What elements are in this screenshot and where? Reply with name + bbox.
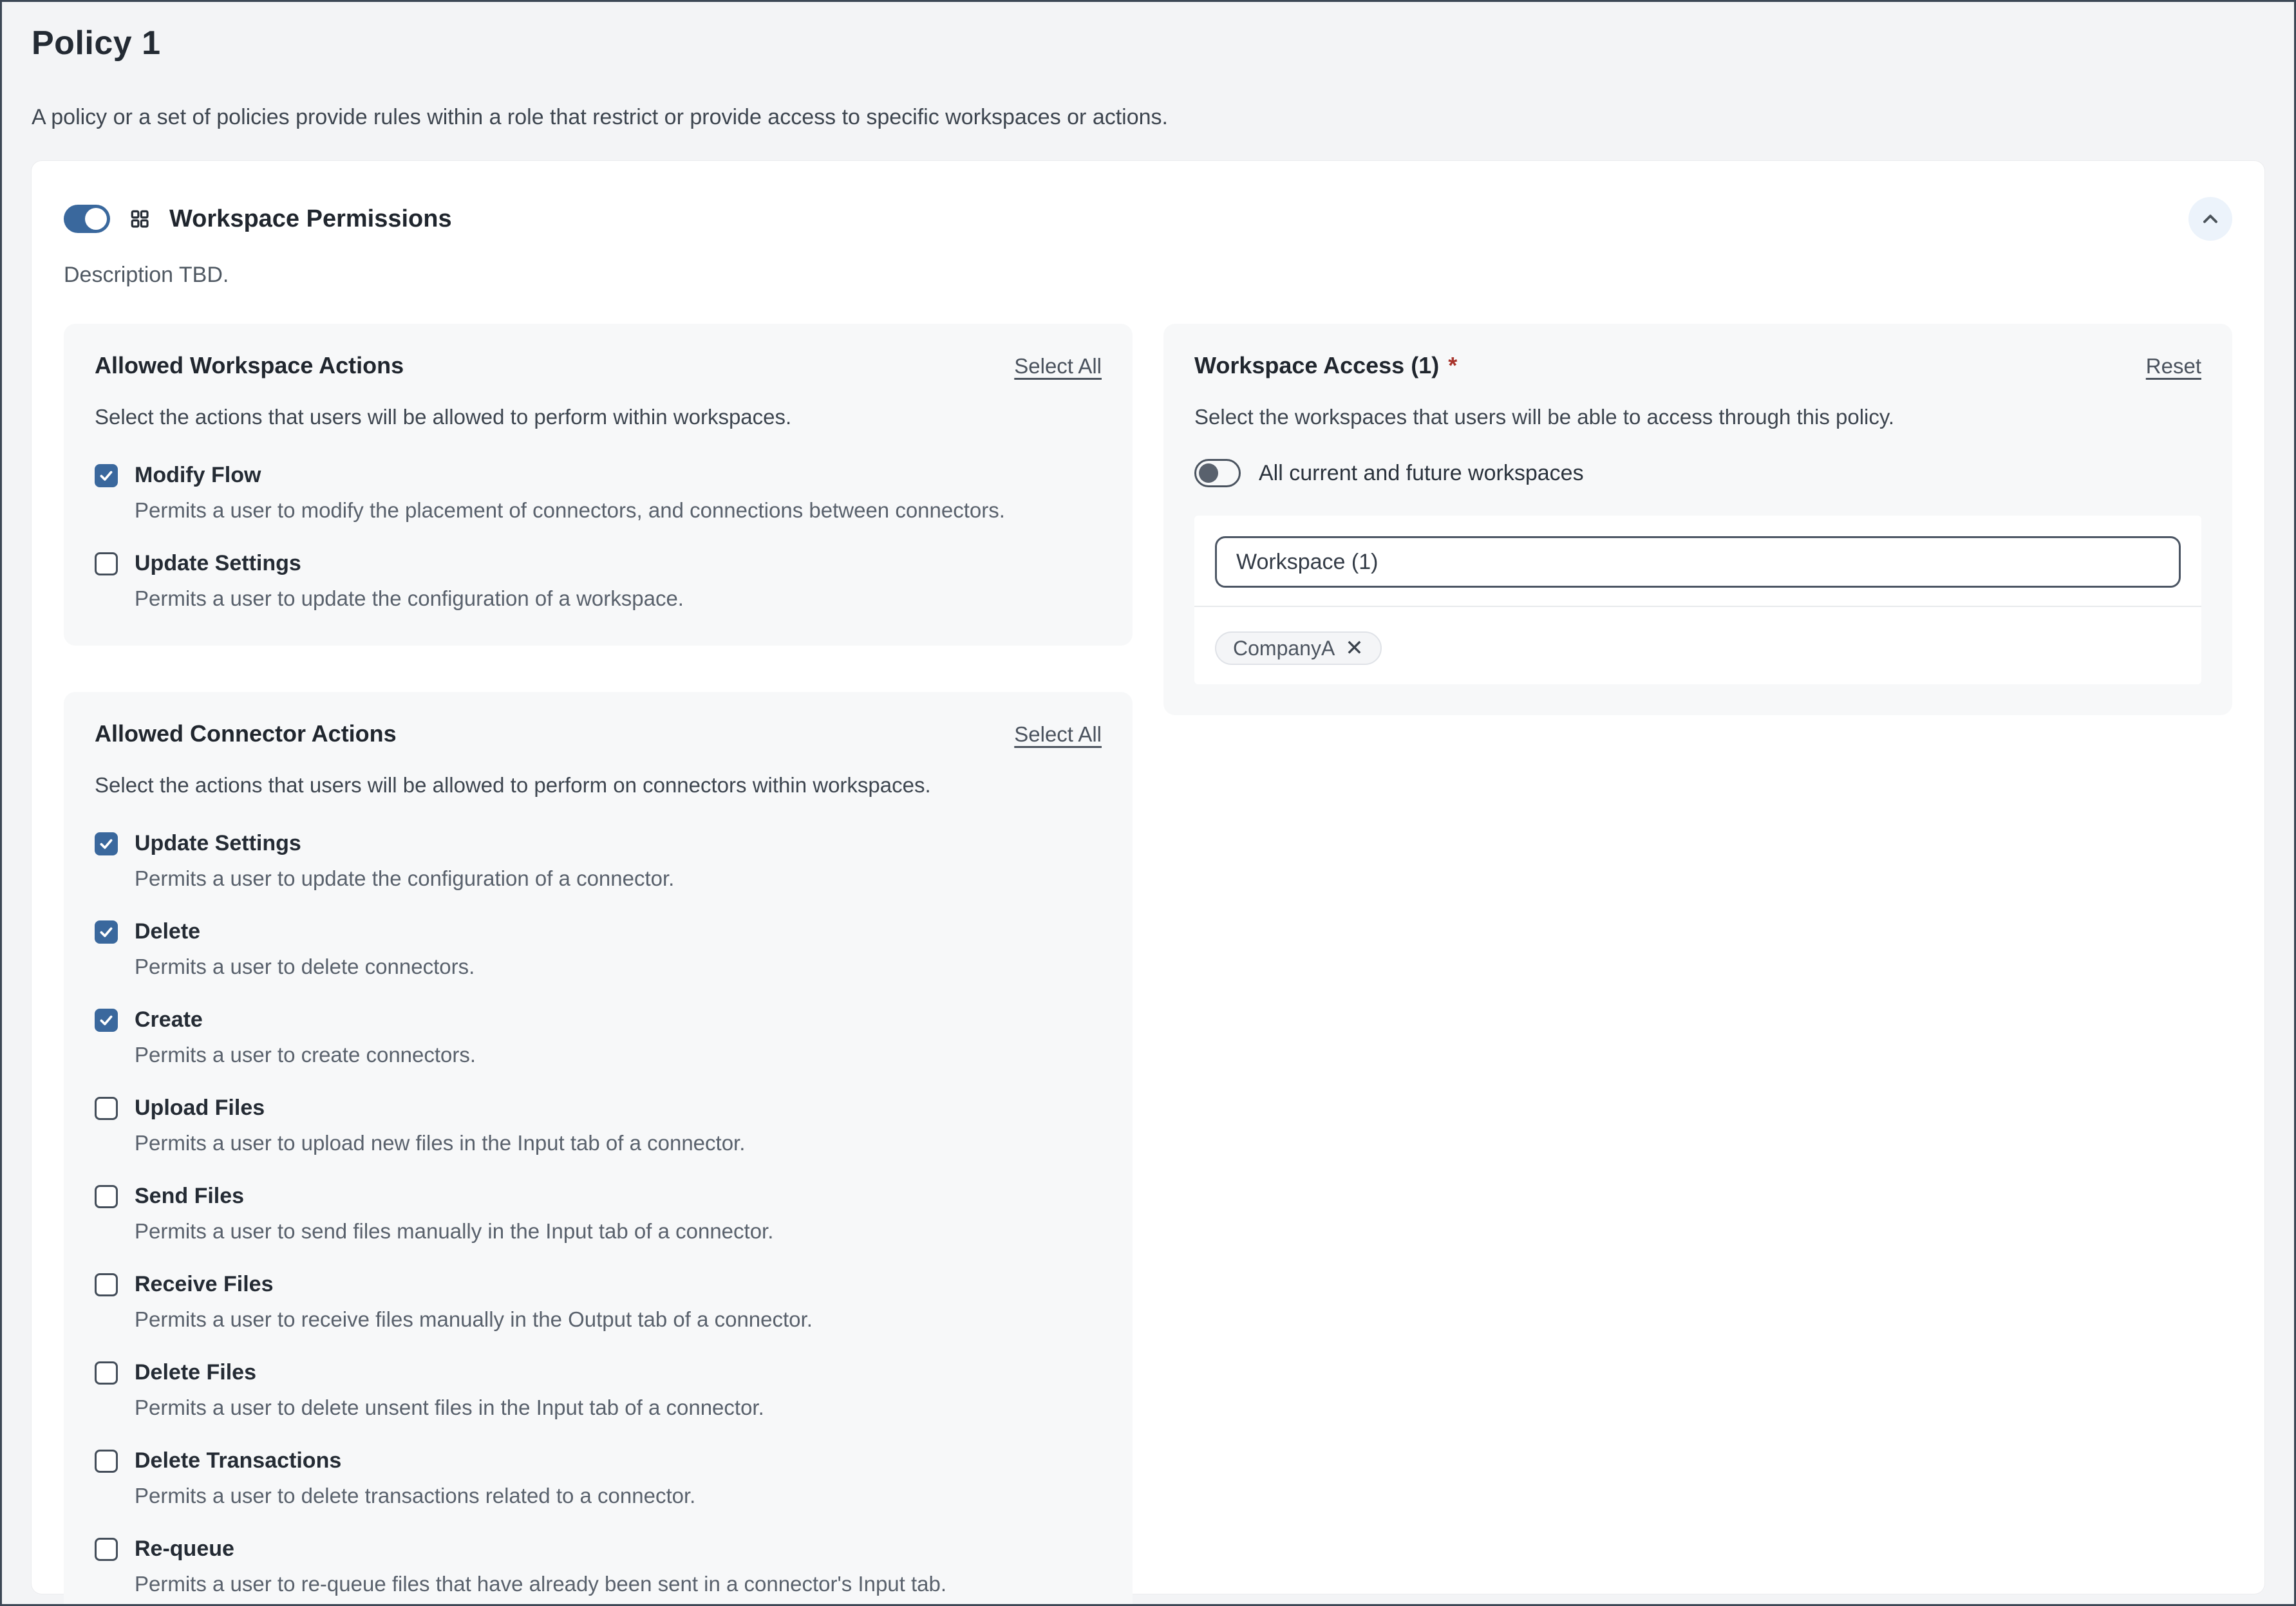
checkbox-description: Permits a user to upload new files in th… bbox=[135, 1131, 1102, 1155]
grid-icon bbox=[129, 209, 150, 229]
page-subtitle: A policy or a set of policies provide ru… bbox=[32, 105, 2264, 130]
panel-description: Select the actions that users will be al… bbox=[95, 773, 1102, 798]
checkbox-list: Modify Flow Permits a user to modify the … bbox=[95, 463, 1102, 611]
checkbox-label: Upload Files bbox=[135, 1096, 265, 1121]
checkbox-label: Update Settings bbox=[135, 551, 301, 576]
panel-description: Select the workspaces that users will be… bbox=[1194, 405, 2201, 429]
panel-head: Allowed Workspace Actions Select All bbox=[95, 352, 1102, 379]
checkbox-unchecked[interactable] bbox=[95, 1361, 118, 1385]
checkbox-label: Delete Transactions bbox=[135, 1448, 341, 1473]
workspace-select-input[interactable]: Workspace (1) bbox=[1215, 536, 2181, 588]
all-workspaces-toggle-row: All current and future workspaces bbox=[1194, 459, 2201, 487]
checkbox-description: Permits a user to delete unsent files in… bbox=[135, 1396, 1102, 1420]
card-title: Workspace Permissions bbox=[169, 205, 452, 233]
checkbox-description: Permits a user to re-queue files that ha… bbox=[135, 1572, 1102, 1596]
checkbox-description: Permits a user to delete transactions re… bbox=[135, 1484, 1102, 1508]
checkbox-description: Permits a user to update the configurati… bbox=[135, 586, 1102, 611]
checkbox-unchecked[interactable] bbox=[95, 1185, 118, 1208]
checkbox-item: Receive Files bbox=[95, 1272, 1102, 1297]
checkbox-label: Create bbox=[135, 1007, 203, 1032]
right-column: Workspace Access (1) * Reset Select the … bbox=[1163, 324, 2232, 715]
chevron-up-icon bbox=[2199, 207, 2222, 230]
panel-title: Allowed Workspace Actions bbox=[95, 352, 404, 379]
checkbox-checked[interactable] bbox=[95, 1009, 118, 1032]
panel-head: Workspace Access (1) * Reset bbox=[1194, 352, 2201, 379]
panels-grid: Allowed Workspace Actions Select All Sel… bbox=[64, 324, 2232, 1606]
workspace-select-label: Workspace (1) bbox=[1236, 550, 1378, 575]
toggle-knob bbox=[1199, 463, 1218, 483]
checkbox-item: Upload Files bbox=[95, 1096, 1102, 1121]
checkbox-description: Permits a user to send files manually in… bbox=[135, 1219, 1102, 1244]
checkbox-list: Update Settings Permits a user to update … bbox=[95, 831, 1102, 1596]
toggle-knob bbox=[85, 208, 107, 230]
panel-head: Allowed Connector Actions Select All bbox=[95, 720, 1102, 747]
checkbox-item: Delete Files bbox=[95, 1360, 1102, 1385]
checkbox-item: Send Files bbox=[95, 1184, 1102, 1209]
close-icon[interactable]: ✕ bbox=[1345, 637, 1364, 659]
check-icon bbox=[98, 836, 115, 852]
checkbox-item: Modify Flow bbox=[95, 463, 1102, 488]
workspace-permissions-card: Workspace Permissions Description TBD. A… bbox=[32, 161, 2264, 1594]
reset-link[interactable]: Reset bbox=[2146, 354, 2201, 378]
all-workspaces-toggle-label: All current and future workspaces bbox=[1259, 461, 1584, 486]
checkbox-item: Delete bbox=[95, 919, 1102, 944]
checkbox-label: Re-queue bbox=[135, 1536, 234, 1562]
selected-workspace-chips: CompanyA ✕ bbox=[1194, 607, 2201, 684]
allowed-connector-actions-panel: Allowed Connector Actions Select All Sel… bbox=[64, 692, 1133, 1606]
checkbox-description: Permits a user to delete connectors. bbox=[135, 955, 1102, 979]
required-marker: * bbox=[1448, 352, 1457, 379]
check-icon bbox=[98, 924, 115, 940]
chip-label: CompanyA bbox=[1233, 637, 1335, 660]
checkbox-label: Delete Files bbox=[135, 1360, 256, 1385]
checkbox-unchecked[interactable] bbox=[95, 1450, 118, 1473]
checkbox-description: Permits a user to receive files manually… bbox=[135, 1307, 1102, 1332]
select-all-link[interactable]: Select All bbox=[1014, 354, 1102, 378]
panel-description: Select the actions that users will be al… bbox=[95, 405, 1102, 429]
workspace-access-panel: Workspace Access (1) * Reset Select the … bbox=[1163, 324, 2232, 715]
select-all-link[interactable]: Select All bbox=[1014, 722, 1102, 747]
checkbox-unchecked[interactable] bbox=[95, 1097, 118, 1120]
checkbox-checked[interactable] bbox=[95, 832, 118, 855]
checkbox-unchecked[interactable] bbox=[95, 1538, 118, 1561]
checkbox-checked[interactable] bbox=[95, 464, 118, 487]
checkbox-description: Permits a user to modify the placement o… bbox=[135, 498, 1102, 523]
checkbox-item: Delete Transactions bbox=[95, 1448, 1102, 1473]
screenshot-frame: Policy 1 A policy or a set of policies p… bbox=[0, 0, 2296, 1606]
checkbox-item: Update Settings bbox=[95, 551, 1102, 576]
checkbox-label: Modify Flow bbox=[135, 463, 261, 488]
workspace-permissions-toggle[interactable] bbox=[64, 205, 110, 233]
panel-title: Workspace Access (1) bbox=[1194, 352, 1439, 379]
checkbox-unchecked[interactable] bbox=[95, 1273, 118, 1296]
card-header: Workspace Permissions bbox=[64, 197, 2232, 241]
collapse-section-button[interactable] bbox=[2188, 197, 2232, 241]
allowed-workspace-actions-panel: Allowed Workspace Actions Select All Sel… bbox=[64, 324, 1133, 646]
page-title: Policy 1 bbox=[32, 24, 2264, 62]
left-column: Allowed Workspace Actions Select All Sel… bbox=[64, 324, 1133, 1606]
check-icon bbox=[98, 467, 115, 484]
workspace-chip: CompanyA ✕ bbox=[1215, 631, 1382, 665]
checkbox-label: Delete bbox=[135, 919, 200, 944]
checkbox-description: Permits a user to update the configurati… bbox=[135, 866, 1102, 891]
panel-title: Allowed Connector Actions bbox=[95, 720, 397, 747]
checkbox-item: Re-queue bbox=[95, 1536, 1102, 1562]
checkbox-label: Update Settings bbox=[135, 831, 301, 856]
checkbox-item: Update Settings bbox=[95, 831, 1102, 856]
all-workspaces-toggle[interactable] bbox=[1194, 459, 1241, 487]
checkbox-label: Receive Files bbox=[135, 1272, 273, 1297]
checkbox-item: Create bbox=[95, 1007, 1102, 1032]
check-icon bbox=[98, 1012, 115, 1029]
card-description: Description TBD. bbox=[64, 263, 2232, 288]
checkbox-unchecked[interactable] bbox=[95, 552, 118, 575]
checkbox-label: Send Files bbox=[135, 1184, 244, 1209]
checkbox-description: Permits a user to create connectors. bbox=[135, 1043, 1102, 1067]
workspace-selector-card: Workspace (1) CompanyA ✕ bbox=[1194, 516, 2201, 684]
checkbox-checked[interactable] bbox=[95, 920, 118, 944]
